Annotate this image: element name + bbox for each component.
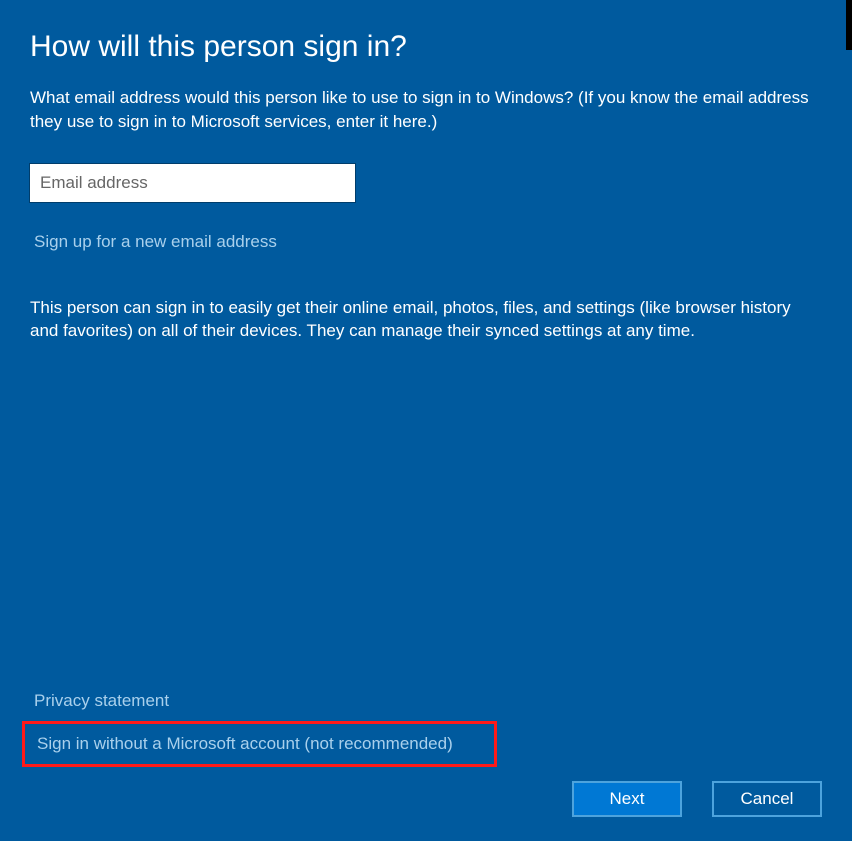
- highlighted-no-account-box: Sign in without a Microsoft account (not…: [22, 721, 497, 767]
- email-input[interactable]: [30, 164, 355, 202]
- sign-in-without-microsoft-link[interactable]: Sign in without a Microsoft account (not…: [37, 734, 453, 754]
- bottom-link-area: Privacy statement: [34, 691, 169, 711]
- privacy-statement-link[interactable]: Privacy statement: [34, 691, 169, 711]
- sync-description-text: This person can sign in to easily get th…: [30, 296, 820, 344]
- dialog-button-row: Next Cancel: [572, 781, 822, 817]
- next-button[interactable]: Next: [572, 781, 682, 817]
- page-title: How will this person sign in?: [30, 30, 822, 64]
- cancel-button[interactable]: Cancel: [712, 781, 822, 817]
- instruction-text: What email address would this person lik…: [30, 86, 820, 134]
- signup-new-email-link[interactable]: Sign up for a new email address: [30, 232, 277, 252]
- dialog-content: How will this person sign in? What email…: [0, 0, 852, 343]
- scrollbar-indicator: [846, 0, 852, 50]
